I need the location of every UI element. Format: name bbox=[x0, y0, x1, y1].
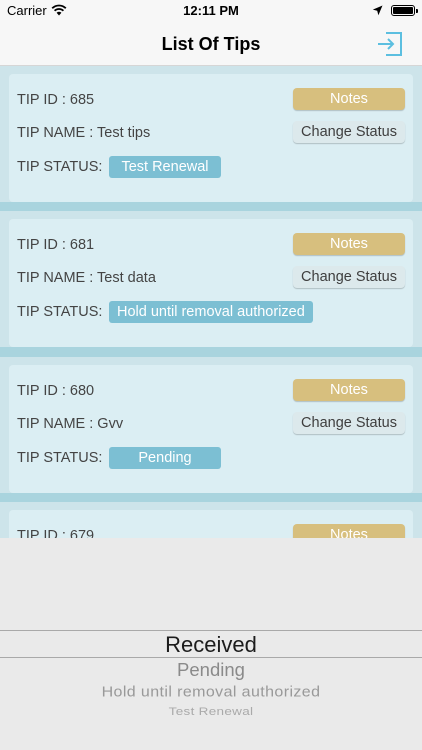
tip-card-panel: TIP ID : 679 Notes bbox=[9, 510, 413, 538]
picker-option[interactable]: Test Renewal bbox=[0, 706, 422, 718]
tip-name: TIP NAME : Gvv bbox=[17, 416, 124, 432]
notes-button[interactable]: Notes bbox=[293, 233, 405, 255]
tip-card-panel: TIP ID : 681 TIP NAME : Test data TIP ST… bbox=[9, 219, 413, 347]
change-status-button[interactable]: Change Status bbox=[293, 121, 405, 143]
tip-status-label: TIP STATUS: bbox=[17, 159, 103, 175]
change-status-button[interactable]: Change Status bbox=[293, 266, 405, 288]
page-title: List Of Tips bbox=[161, 34, 261, 54]
tip-id: TIP ID : 679 bbox=[17, 528, 95, 538]
status-badge: Hold until removal authorized bbox=[109, 301, 313, 323]
status-picker[interactable]: Received Pending Hold until removal auth… bbox=[0, 538, 422, 750]
notes-button[interactable]: Notes bbox=[293, 379, 405, 401]
notes-button[interactable]: Notes bbox=[293, 88, 405, 110]
tip-card-panel: TIP ID : 685 TIP NAME : Test tips TIP ST… bbox=[9, 74, 413, 202]
tip-card: TIP ID : 681 TIP NAME : Test data TIP ST… bbox=[0, 211, 422, 347]
tip-name: TIP NAME : Test tips bbox=[17, 125, 151, 141]
location-arrow-icon bbox=[372, 5, 383, 16]
clock: 12:11 PM bbox=[183, 3, 239, 18]
tip-name: TIP NAME : Test data bbox=[17, 270, 156, 286]
tip-card: TIP ID : 680 TIP NAME : Gvv TIP STATUS: … bbox=[0, 357, 422, 493]
tips-list[interactable]: TIP ID : 685 TIP NAME : Test tips TIP ST… bbox=[0, 66, 422, 538]
tip-id: TIP ID : 680 bbox=[17, 383, 95, 399]
status-bar: Carrier 12:11 PM bbox=[0, 0, 422, 22]
picker-option[interactable]: Hold until removal authorized bbox=[0, 685, 422, 702]
logout-icon[interactable] bbox=[376, 31, 404, 57]
navigation-bar: List Of Tips bbox=[0, 22, 422, 66]
picker-selection-line-top bbox=[0, 630, 422, 631]
tip-card: TIP ID : 679 Notes bbox=[0, 502, 422, 538]
status-badge: Pending bbox=[109, 447, 221, 469]
tip-status-label: TIP STATUS: bbox=[17, 450, 103, 466]
status-badge: Test Renewal bbox=[109, 156, 221, 178]
picker-option[interactable]: Pending bbox=[0, 659, 422, 681]
tip-card-panel: TIP ID : 680 TIP NAME : Gvv TIP STATUS: … bbox=[9, 365, 413, 493]
change-status-button[interactable]: Change Status bbox=[293, 412, 405, 434]
tip-id: TIP ID : 685 bbox=[17, 92, 95, 108]
battery-icon bbox=[391, 5, 418, 16]
notes-button[interactable]: Notes bbox=[293, 524, 405, 538]
tip-status-label: TIP STATUS: bbox=[17, 304, 103, 320]
picker-option-selected[interactable]: Received bbox=[0, 632, 422, 658]
tip-card: TIP ID : 685 TIP NAME : Test tips TIP ST… bbox=[0, 66, 422, 202]
tip-id: TIP ID : 681 bbox=[17, 237, 95, 253]
